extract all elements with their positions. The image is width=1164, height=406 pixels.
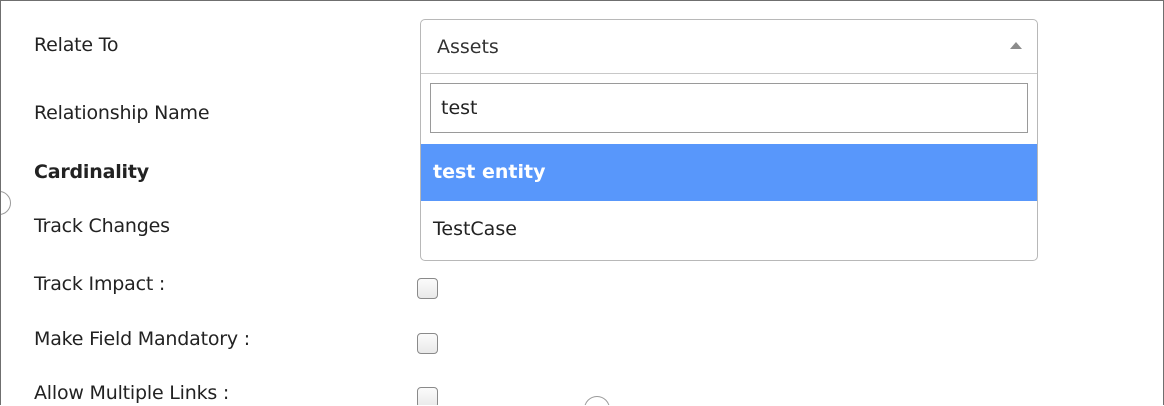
dropdown-option-test-entity[interactable]: test entity [421,144,1037,201]
relate-to-label: Relate To [34,34,119,56]
radio-edge-left[interactable] [1,191,11,215]
option-label: TestCase [433,218,517,240]
make-field-mandatory-checkbox[interactable] [417,333,438,354]
caret-up-icon[interactable] [1010,42,1022,49]
track-changes-label: Track Changes [34,215,170,237]
relate-to-select[interactable]: Assets [421,20,1037,74]
option-label: test entity [433,161,546,183]
dropdown-search-input[interactable] [431,84,1027,132]
dropdown-option-testcase[interactable]: TestCase [421,201,1037,258]
form-panel: Relate To Relationship Name Cardinality … [0,0,1164,405]
allow-multiple-links-checkbox[interactable] [417,387,438,405]
make-field-mandatory-label: Make Field Mandatory : [34,328,250,350]
track-impact-checkbox[interactable] [417,278,438,299]
relate-to-dropdown[interactable]: Assets test entity TestCase [420,19,1038,261]
allow-multiple-links-label: Allow Multiple Links : [34,382,230,404]
radio-edge-bottom[interactable] [584,396,610,405]
relate-to-selected-value: Assets [437,36,499,58]
dropdown-search-box[interactable] [430,83,1028,133]
cardinality-label: Cardinality [34,161,149,183]
relationship-name-label: Relationship Name [34,102,210,124]
track-impact-label: Track Impact : [34,273,166,295]
